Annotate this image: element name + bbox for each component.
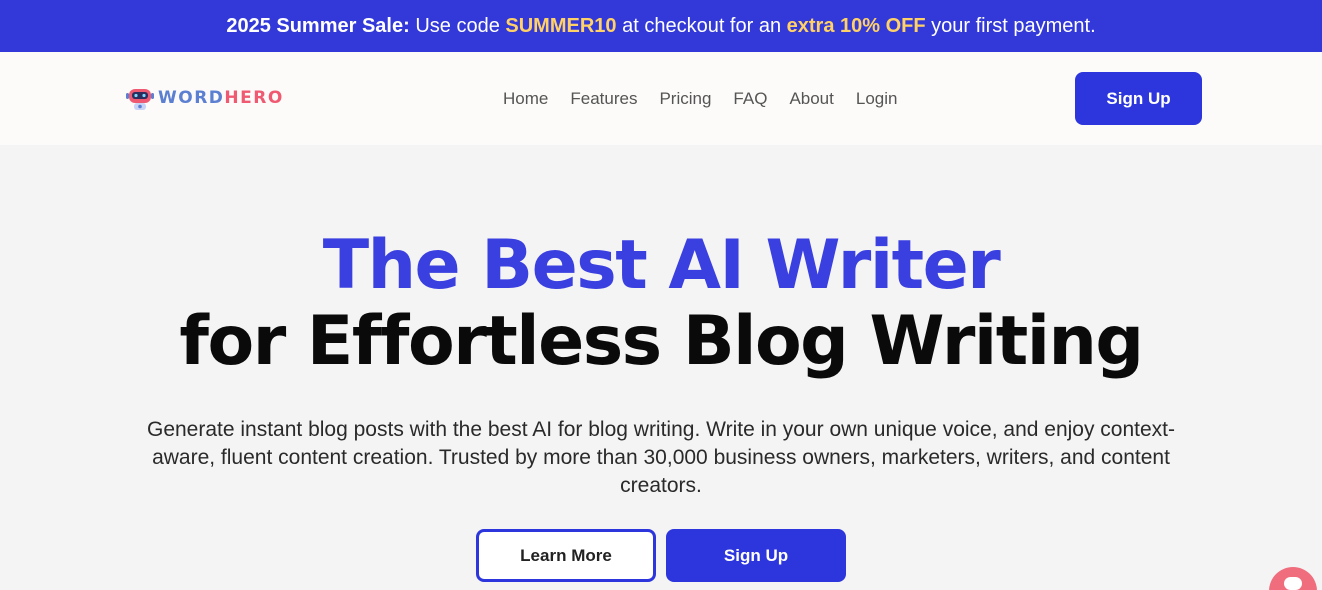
hero-title-line-1: The Best AI Writer (322, 226, 1001, 305)
promo-offer: extra 10% OFF (786, 14, 926, 37)
main-nav: Home Features Pricing FAQ About Login (503, 89, 897, 109)
hero-description: Generate instant blog posts with the bes… (146, 418, 1175, 497)
robot-mascot-icon (126, 89, 154, 110)
nav-link-features[interactable]: Features (570, 89, 637, 109)
promo-banner: 2025 Summer Sale: Use code SUMMER10 at c… (0, 0, 1322, 52)
logo-word: WORD (158, 88, 225, 108)
promo-code: SUMMER10 (505, 14, 617, 37)
nav-link-about[interactable]: About (789, 89, 833, 109)
chat-bubble-icon (1284, 577, 1302, 590)
site-logo[interactable]: WORDHERO (126, 84, 284, 112)
promo-text-3: your first payment. (931, 14, 1096, 37)
hero-signup-button[interactable]: Sign Up (666, 529, 846, 582)
chat-widget-button[interactable] (1269, 567, 1317, 590)
site-header: WORDHERO Home Features Pricing FAQ About… (0, 52, 1322, 145)
header-signup-button[interactable]: Sign Up (1075, 72, 1202, 125)
learn-more-button[interactable]: Learn More (476, 529, 656, 582)
nav-link-faq[interactable]: FAQ (733, 89, 767, 109)
nav-link-home[interactable]: Home (503, 89, 548, 109)
logo-wordmark: WORDHERO (158, 88, 284, 108)
nav-link-login[interactable]: Login (856, 89, 898, 109)
hero-title-line-2: for Effortless Blog Writing (179, 302, 1144, 381)
promo-text-1: Use code (415, 14, 500, 37)
logo-hero: HERO (224, 88, 284, 108)
promo-text-2: at checkout for an (622, 14, 782, 37)
promo-label: 2025 Summer Sale: (226, 14, 410, 37)
nav-link-pricing[interactable]: Pricing (659, 89, 711, 109)
